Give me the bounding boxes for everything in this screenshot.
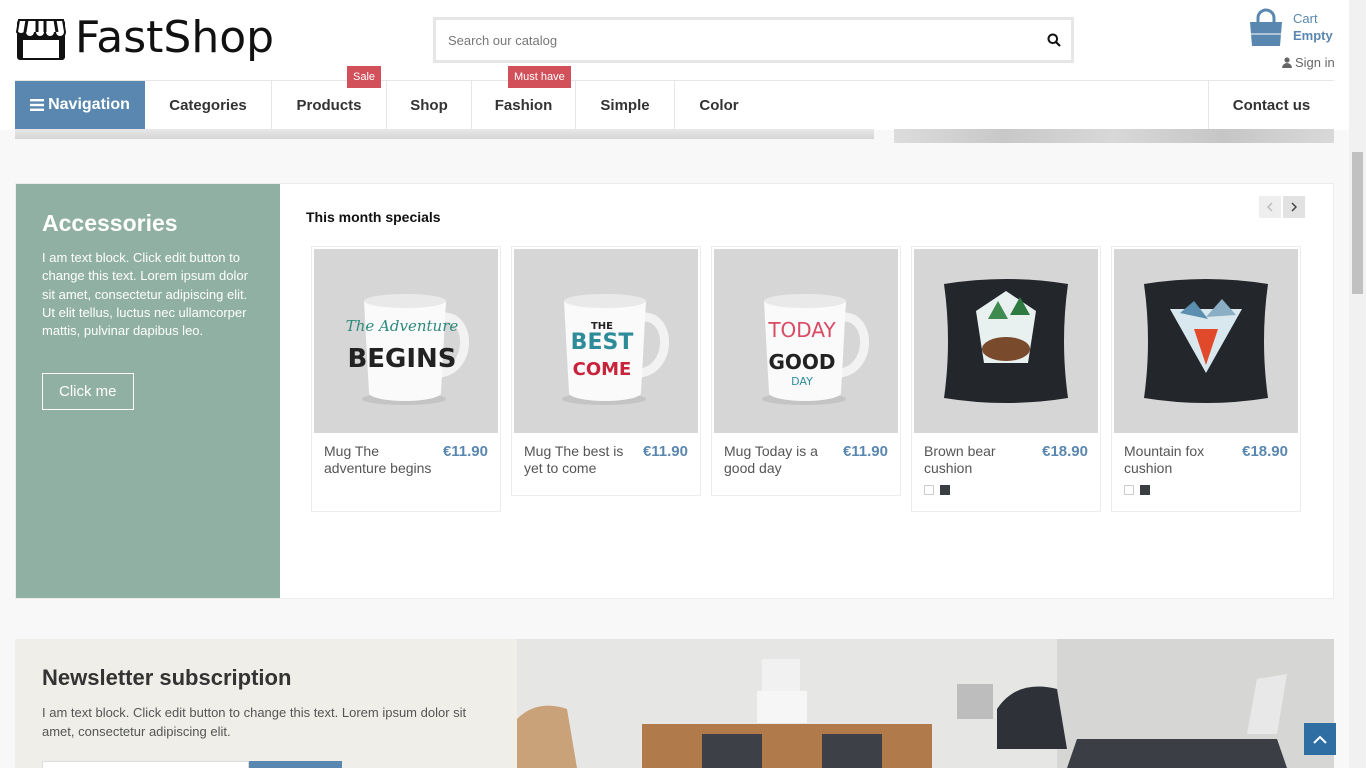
search-icon[interactable]: [1047, 33, 1061, 47]
search-input[interactable]: [448, 20, 1008, 60]
product-image[interactable]: [1114, 249, 1298, 433]
chevron-right-icon: [1291, 202, 1297, 212]
chevron-up-icon: [1313, 735, 1327, 744]
sign-in-label: Sign in: [1295, 55, 1335, 70]
hero-side-image: [894, 129, 1334, 143]
product-image[interactable]: [914, 249, 1098, 433]
product-card[interactable]: Brown bear cushion €18.90: [911, 246, 1101, 512]
product-card[interactable]: TODAY GOOD DAY Mug Today is a good day €…: [711, 246, 901, 496]
accessories-banner: Accessories I am text block. Click edit …: [16, 184, 280, 598]
accessories-title: Accessories: [42, 210, 178, 236]
mug-icon: TODAY GOOD DAY: [762, 294, 869, 405]
logo-text: FastShop: [75, 12, 275, 63]
color-swatches: [1124, 485, 1288, 495]
main-navigation: Navigation Categories Sale Products Shop…: [15, 66, 1334, 129]
swatch-white[interactable]: [1124, 485, 1134, 495]
nav-item-categories[interactable]: Categories: [145, 81, 272, 129]
nav-item-label: Simple: [600, 96, 650, 114]
newsletter-image: [517, 639, 1334, 768]
nav-item-color[interactable]: Color: [675, 81, 763, 129]
svg-text:COME: COME: [573, 359, 632, 380]
click-me-button[interactable]: Click me: [42, 373, 134, 411]
nav-item-label: Fashion: [494, 96, 553, 114]
cushion-icon: [944, 279, 1068, 403]
product-price: €11.90: [642, 443, 688, 460]
product-image[interactable]: THE BEST COME: [514, 249, 698, 433]
product-price: €18.90: [1242, 443, 1288, 460]
specials-section: Accessories I am text block. Click edit …: [15, 183, 1334, 599]
hero-slide-image: [15, 129, 874, 139]
product-image[interactable]: The Adventure BEGINS: [314, 249, 498, 433]
swatch-dark[interactable]: [940, 485, 950, 495]
must-have-badge: Must have: [508, 66, 571, 88]
swatch-white[interactable]: [924, 485, 934, 495]
sign-in-link[interactable]: Sign in: [1282, 55, 1335, 70]
product-name[interactable]: Mug The adventure begins: [324, 443, 434, 477]
page-scrollbar[interactable]: [1349, 0, 1366, 768]
nav-item-contact-us[interactable]: Contact us: [1208, 81, 1334, 129]
newsletter-email-input[interactable]: [42, 761, 249, 768]
carousel-arrows: [1259, 196, 1305, 218]
accessories-text: I am text block. Click edit button to ch…: [42, 250, 248, 339]
cart-status: Empty: [1293, 28, 1333, 43]
user-icon: [1282, 57, 1292, 68]
newsletter-title: Newsletter subscription: [42, 665, 292, 690]
svg-text:DAY: DAY: [791, 375, 813, 388]
nav-item-label: Contact us: [1232, 96, 1311, 114]
newsletter-section: Newsletter subscription I am text block.…: [15, 639, 517, 768]
nav-item-products[interactable]: Sale Products: [272, 66, 387, 129]
nav-item-label: Categories: [169, 96, 247, 114]
logo[interactable]: FastShop: [15, 14, 274, 62]
swatch-dark[interactable]: [1140, 485, 1150, 495]
carousel-prev-button[interactable]: [1259, 196, 1281, 218]
office-scene: [517, 639, 1334, 768]
shop-icon: [15, 19, 67, 60]
hamburger-icon: [30, 99, 45, 111]
product-price: €11.90: [442, 443, 488, 460]
product-name[interactable]: Mountain fox cushion: [1124, 443, 1234, 477]
nav-item-label: Color: [699, 96, 739, 114]
back-to-top-button[interactable]: [1304, 723, 1336, 755]
scrollbar-thumb[interactable]: [1352, 152, 1363, 294]
product-card[interactable]: The Adventure BEGINS Mug The adventure b…: [311, 246, 501, 512]
nav-item-label: Products: [296, 96, 362, 114]
nav-item-simple[interactable]: Simple: [576, 81, 675, 129]
sale-badge: Sale: [347, 66, 382, 88]
svg-text:BEGINS: BEGINS: [347, 344, 456, 374]
product-card[interactable]: THE BEST COME Mug The best is yet to com…: [511, 246, 701, 496]
navigation-menu-button[interactable]: Navigation: [15, 81, 145, 129]
nav-item-shop[interactable]: Shop: [387, 81, 472, 129]
product-image[interactable]: TODAY GOOD DAY: [714, 249, 898, 433]
mug-icon: THE BEST COME: [562, 294, 669, 405]
newsletter-text: I am text block. Click edit button to ch…: [42, 705, 467, 739]
product-card[interactable]: Mountain fox cushion €18.90: [1111, 246, 1301, 512]
product-name[interactable]: Brown bear cushion: [924, 443, 1034, 477]
svg-text:TODAY: TODAY: [767, 318, 836, 342]
cart[interactable]: Cart Empty: [1247, 8, 1333, 48]
product-price: €11.90: [842, 443, 888, 460]
cushion-icon: [1144, 279, 1268, 403]
cart-label: Cart: [1293, 11, 1318, 26]
product-price: €18.90: [1042, 443, 1088, 460]
svg-text:GOOD: GOOD: [768, 350, 835, 374]
mug-icon: The Adventure BEGINS: [346, 294, 469, 405]
nav-item-fashion[interactable]: Must have Fashion: [472, 66, 576, 129]
specials-title: This month specials: [306, 209, 441, 225]
product-name[interactable]: Mug Today is a good day: [724, 443, 834, 477]
nav-item-label: Shop: [410, 96, 448, 114]
shopping-bag-icon: [1250, 8, 1282, 46]
navigation-label: Navigation: [48, 96, 130, 113]
newsletter-subscribe-button[interactable]: [249, 761, 342, 768]
product-name[interactable]: Mug The best is yet to come: [524, 443, 634, 477]
svg-text:BEST: BEST: [571, 330, 634, 355]
search-box: [433, 17, 1074, 63]
chevron-left-icon: [1267, 202, 1273, 212]
carousel-next-button[interactable]: [1283, 196, 1305, 218]
svg-text:The Adventure: The Adventure: [346, 317, 459, 335]
color-swatches: [924, 485, 1088, 495]
